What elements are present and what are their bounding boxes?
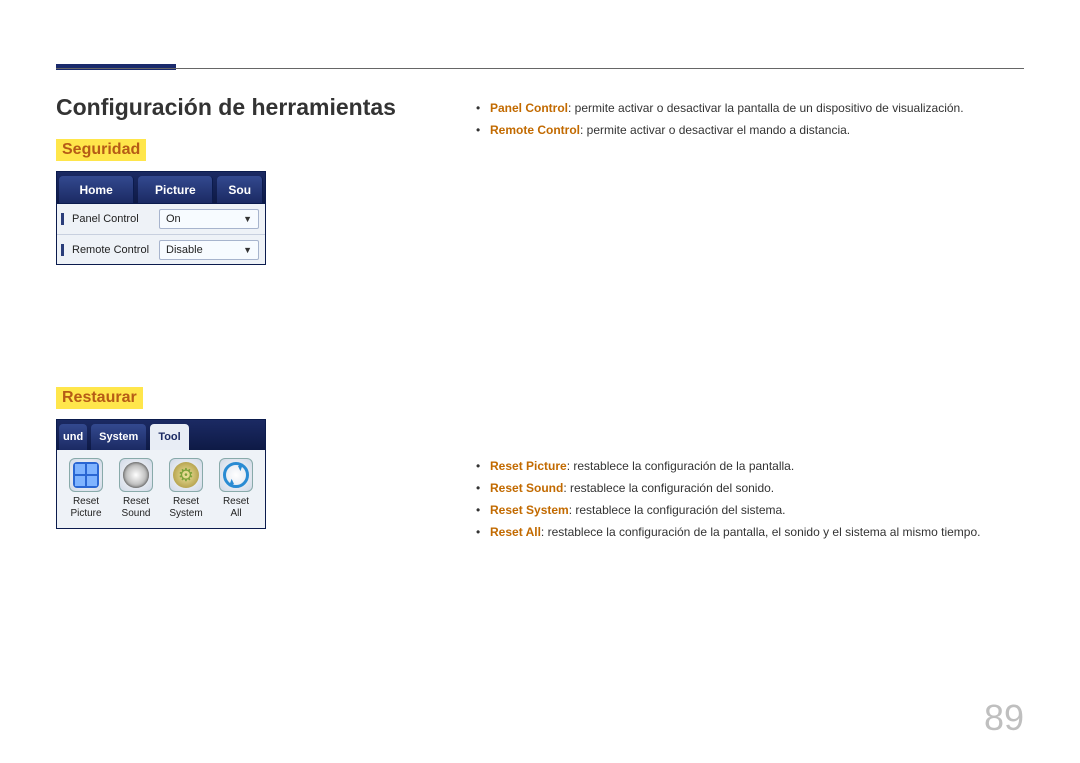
reset-system-button[interactable]: Reset System [161,458,211,520]
reset-system-label: Reset System [161,496,211,520]
reset-system-icon [169,458,203,492]
reset-picture-button[interactable]: Reset Picture [61,458,111,520]
desc-panel-control: Panel Control: permite activar o desacti… [476,98,1024,118]
term-panel-control: Panel Control [490,101,568,115]
seguridad-tab-bar: Home Picture Sou [57,172,265,204]
desc-remote-control: Remote Control: permite activar o desact… [476,120,1024,140]
text-reset-picture: : restablece la configuración de la pant… [567,459,794,473]
reset-all-icon [219,458,253,492]
restaurar-description-list: Reset Picture: restablece la configuraci… [476,456,1024,542]
reset-picture-icon [69,458,103,492]
text-reset-system: : restablece la configuración del sistem… [569,503,786,517]
term-reset-picture: Reset Picture [490,459,567,473]
reset-all-button[interactable]: Reset All [211,458,261,520]
text-reset-all: : restablece la configuración de la pant… [541,525,981,539]
subheading-restaurar: Restaurar [56,387,143,409]
tab-system[interactable]: System [91,424,146,450]
chevron-down-icon: ▼ [243,245,252,255]
tab-tool-active[interactable]: Tool [150,424,188,450]
desc-reset-sound: Reset Sound: restablece la configuración… [476,478,1024,498]
desc-reset-system: Reset System: restablece la configuració… [476,500,1024,520]
row-panel-control: Panel Control On ▼ [57,204,265,234]
seguridad-body: Panel Control On ▼ Remote Control Disabl… [57,204,265,264]
term-remote-control: Remote Control [490,123,580,137]
section-title: Configuración de herramientas [56,94,456,121]
tab-picture[interactable]: Picture [138,176,213,203]
term-reset-sound: Reset Sound [490,481,563,495]
term-reset-all: Reset All [490,525,541,539]
row-remote-control: Remote Control Disable ▼ [57,234,265,264]
select-remote-control[interactable]: Disable ▼ [159,240,259,260]
text-reset-sound: : restablece la configuración del sonido… [563,481,774,495]
seguridad-ui-screenshot: Home Picture Sou Panel Control On ▼ Remo… [56,171,266,265]
right-column: Panel Control: permite activar o desacti… [456,94,1024,544]
seguridad-description-list: Panel Control: permite activar o desacti… [476,98,1024,140]
reset-sound-icon [119,458,153,492]
left-column: Configuración de herramientas Seguridad … [56,94,456,544]
tab-und-truncated[interactable]: und [59,424,87,450]
reset-picture-label: Reset Picture [61,496,111,520]
reset-all-label: Reset All [211,496,261,520]
vertical-spacer [56,297,456,387]
select-remote-control-value: Disable [166,244,203,256]
chevron-down-icon: ▼ [243,214,252,224]
select-panel-control-value: On [166,213,181,225]
tab-sound-truncated[interactable]: Sou [217,176,263,203]
horizontal-rule [56,68,1024,69]
desc-reset-picture: Reset Picture: restablece la configuraci… [476,456,1024,476]
restaurar-body: Reset Picture Reset Sound Reset System R… [57,450,265,528]
document-page: Configuración de herramientas Seguridad … [0,0,1080,763]
restaurar-tab-bar: und System Tool [57,420,265,450]
reset-sound-label: Reset Sound [111,496,161,520]
desc-reset-all: Reset All: restablece la configuración d… [476,522,1024,542]
label-panel-control: Panel Control [61,213,153,225]
tab-home[interactable]: Home [59,176,134,203]
select-panel-control[interactable]: On ▼ [159,209,259,229]
restaurar-ui-screenshot: und System Tool Reset Picture Reset Soun… [56,419,266,529]
accent-bar [56,64,176,70]
term-reset-system: Reset System [490,503,569,517]
label-remote-control: Remote Control [61,244,153,256]
text-panel-control: : permite activar o desactivar la pantal… [568,101,964,115]
page-number: 89 [984,697,1024,739]
two-column-layout: Configuración de herramientas Seguridad … [56,94,1024,544]
reset-sound-button[interactable]: Reset Sound [111,458,161,520]
text-remote-control: : permite activar o desactivar el mando … [580,123,850,137]
subheading-seguridad: Seguridad [56,139,146,161]
